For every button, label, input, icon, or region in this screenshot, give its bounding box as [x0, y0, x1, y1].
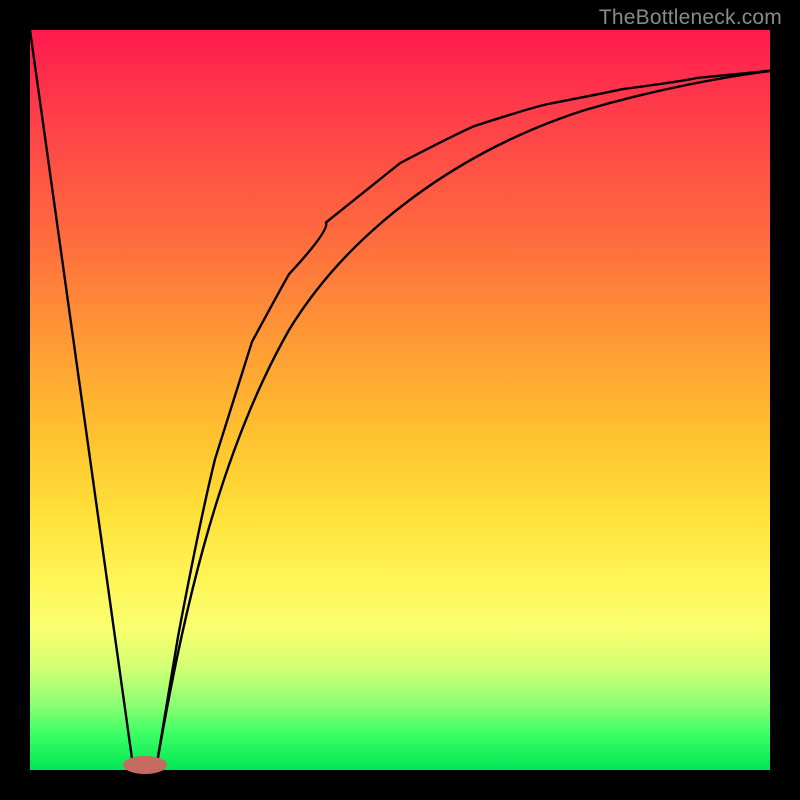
plot-area: [30, 30, 770, 770]
right-curve: [156, 71, 770, 770]
right-curve-smooth: [156, 71, 770, 770]
curve-layer: [30, 30, 770, 770]
bottleneck-marker: [123, 756, 167, 774]
left-curve: [30, 30, 134, 770]
chart-frame: TheBottleneck.com: [0, 0, 800, 800]
watermark-text: TheBottleneck.com: [599, 6, 782, 30]
